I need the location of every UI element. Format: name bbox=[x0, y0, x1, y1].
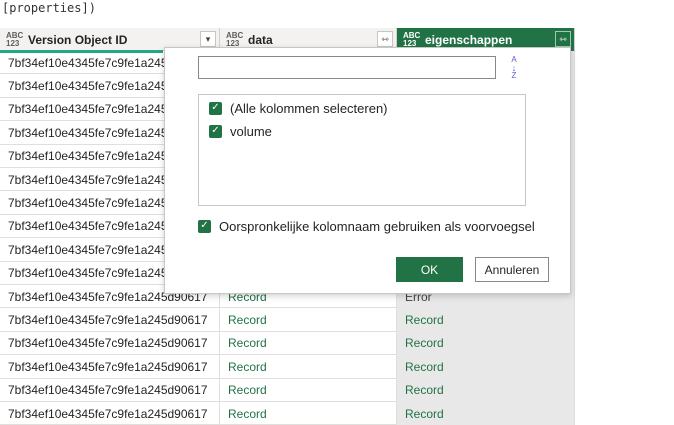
cell-eigenschappen-record-link[interactable]: Record bbox=[397, 308, 575, 332]
cell-data-record-link[interactable]: Record bbox=[220, 378, 397, 402]
expand-column-button[interactable]: ⇿ bbox=[555, 31, 571, 47]
any-type-icon[interactable]: ABC 123 bbox=[226, 31, 244, 48]
checkbox-checked-icon[interactable]: ✓ bbox=[198, 219, 211, 233]
cell-data-record-link[interactable]: Record bbox=[220, 402, 397, 425]
table-row: 7bf34ef10e4345fe7c9fe1a245d90617RecordRe… bbox=[0, 378, 575, 402]
cell-version-object-id[interactable]: 7bf34ef10e4345fe7c9fe1a245d90617 bbox=[0, 308, 220, 332]
sort-az-icon[interactable]: A ↓ Z bbox=[503, 56, 525, 80]
any-type-icon[interactable]: ABC 123 bbox=[6, 31, 24, 48]
column-header-label: data bbox=[248, 32, 273, 47]
column-list: ✓ (Alle kolommen selecteren) ✓ volume bbox=[198, 94, 526, 206]
cell-version-object-id[interactable]: 7bf34ef10e4345fe7c9fe1a245d90617 bbox=[0, 355, 220, 379]
cell-eigenschappen-record-link[interactable]: Record bbox=[397, 402, 575, 425]
cell-version-object-id[interactable]: 7bf34ef10e4345fe7c9fe1a245d90617 bbox=[0, 402, 220, 425]
ok-button[interactable]: OK bbox=[396, 257, 463, 282]
table-row: 7bf34ef10e4345fe7c9fe1a245d90617RecordRe… bbox=[0, 308, 575, 332]
cell-data-record-link[interactable]: Record bbox=[220, 355, 397, 379]
any-type-icon[interactable]: ABC 123 bbox=[403, 31, 421, 48]
cell-data-record-link[interactable]: Record bbox=[220, 331, 397, 356]
column-search-input[interactable] bbox=[198, 56, 496, 79]
checkbox-label: (Alle kolommen selecteren) bbox=[230, 100, 388, 116]
column-header-label: eigenschappen bbox=[425, 32, 513, 47]
filter-dropdown-button[interactable]: ▾ bbox=[200, 31, 216, 47]
expand-column-button[interactable]: ⇿ bbox=[377, 31, 393, 47]
cell-eigenschappen-record-link[interactable]: Record bbox=[397, 331, 575, 356]
cell-eigenschappen-record-link[interactable]: Record bbox=[397, 355, 575, 379]
cancel-button[interactable]: Annuleren bbox=[475, 257, 549, 282]
table-row: 7bf34ef10e4345fe7c9fe1a245d90617RecordRe… bbox=[0, 402, 575, 425]
column-checkbox-volume[interactable]: ✓ volume bbox=[209, 122, 272, 140]
column-header-label: Version Object ID bbox=[28, 32, 128, 47]
cell-eigenschappen-record-link[interactable]: Record bbox=[397, 378, 575, 402]
checkbox-checked-icon[interactable]: ✓ bbox=[209, 101, 222, 115]
cell-version-object-id[interactable]: 7bf34ef10e4345fe7c9fe1a245d90617 bbox=[0, 378, 220, 402]
checkbox-checked-icon[interactable]: ✓ bbox=[209, 124, 222, 138]
use-prefix-checkbox[interactable]: ✓ Oorspronkelijke kolomnaam gebruiken al… bbox=[198, 217, 535, 235]
table-row: 7bf34ef10e4345fe7c9fe1a245d90617RecordRe… bbox=[0, 355, 575, 379]
table-row: 7bf34ef10e4345fe7c9fe1a245d90617RecordRe… bbox=[0, 331, 575, 356]
formula-bar[interactable]: [properties]) bbox=[0, 0, 674, 22]
checkbox-label: volume bbox=[230, 123, 272, 139]
expand-column-dialog: A ↓ Z ✓ (Alle kolommen selecteren) ✓ volum… bbox=[164, 47, 571, 294]
cell-data-record-link[interactable]: Record bbox=[220, 308, 397, 332]
checkbox-label: Oorspronkelijke kolomnaam gebruiken als … bbox=[219, 218, 535, 234]
cell-version-object-id[interactable]: 7bf34ef10e4345fe7c9fe1a245d90617 bbox=[0, 331, 220, 356]
select-all-columns-checkbox[interactable]: ✓ (Alle kolommen selecteren) bbox=[209, 99, 388, 117]
